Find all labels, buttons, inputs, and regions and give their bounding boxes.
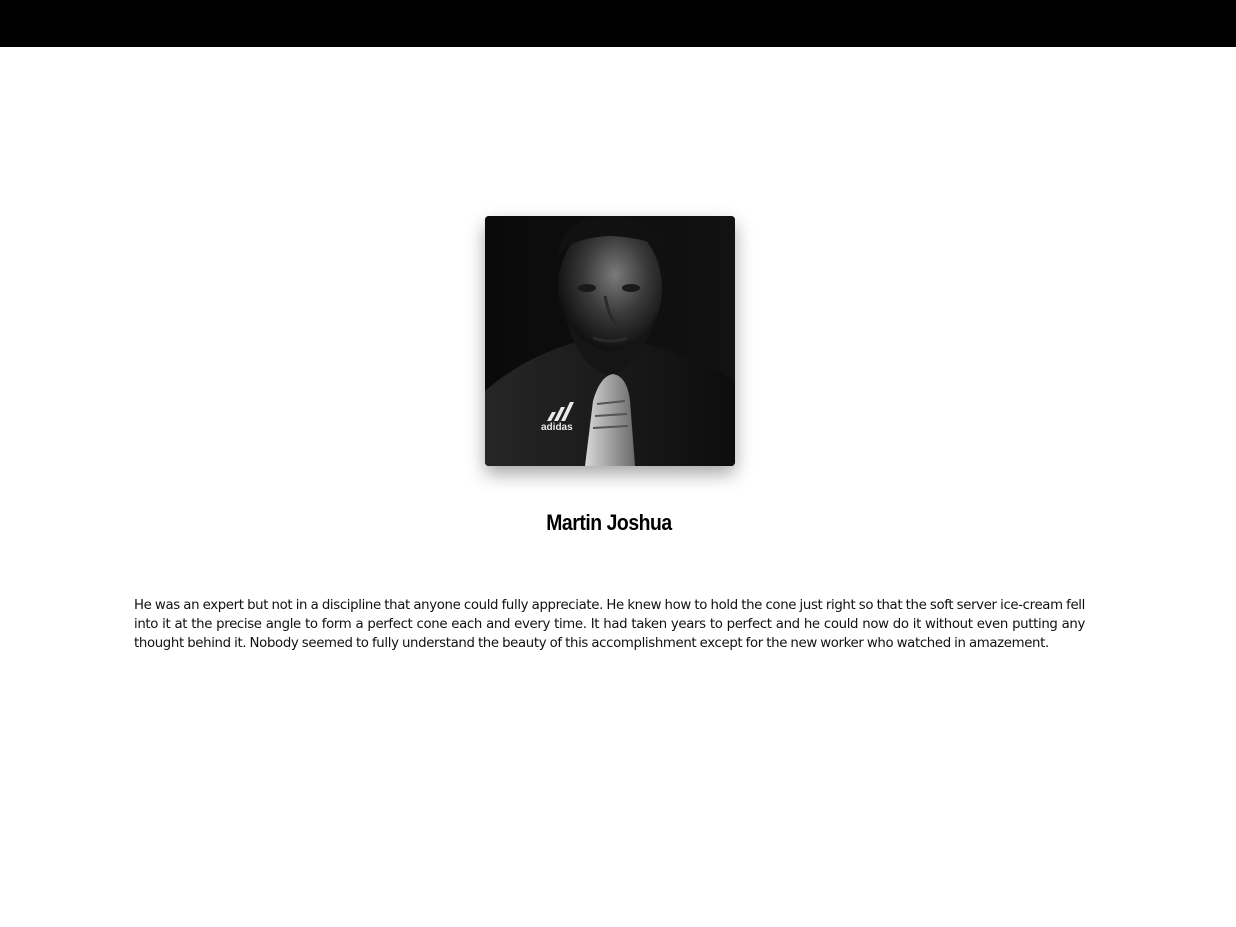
top-bar [0, 0, 1236, 47]
svg-text:adidas: adidas [541, 422, 573, 433]
portrait-image: adidas [485, 216, 735, 466]
profile-photo: adidas [485, 216, 735, 466]
profile-name: Martin Joshua [546, 510, 672, 535]
profile-bio: He was an expert but not in a discipline… [134, 598, 1085, 651]
